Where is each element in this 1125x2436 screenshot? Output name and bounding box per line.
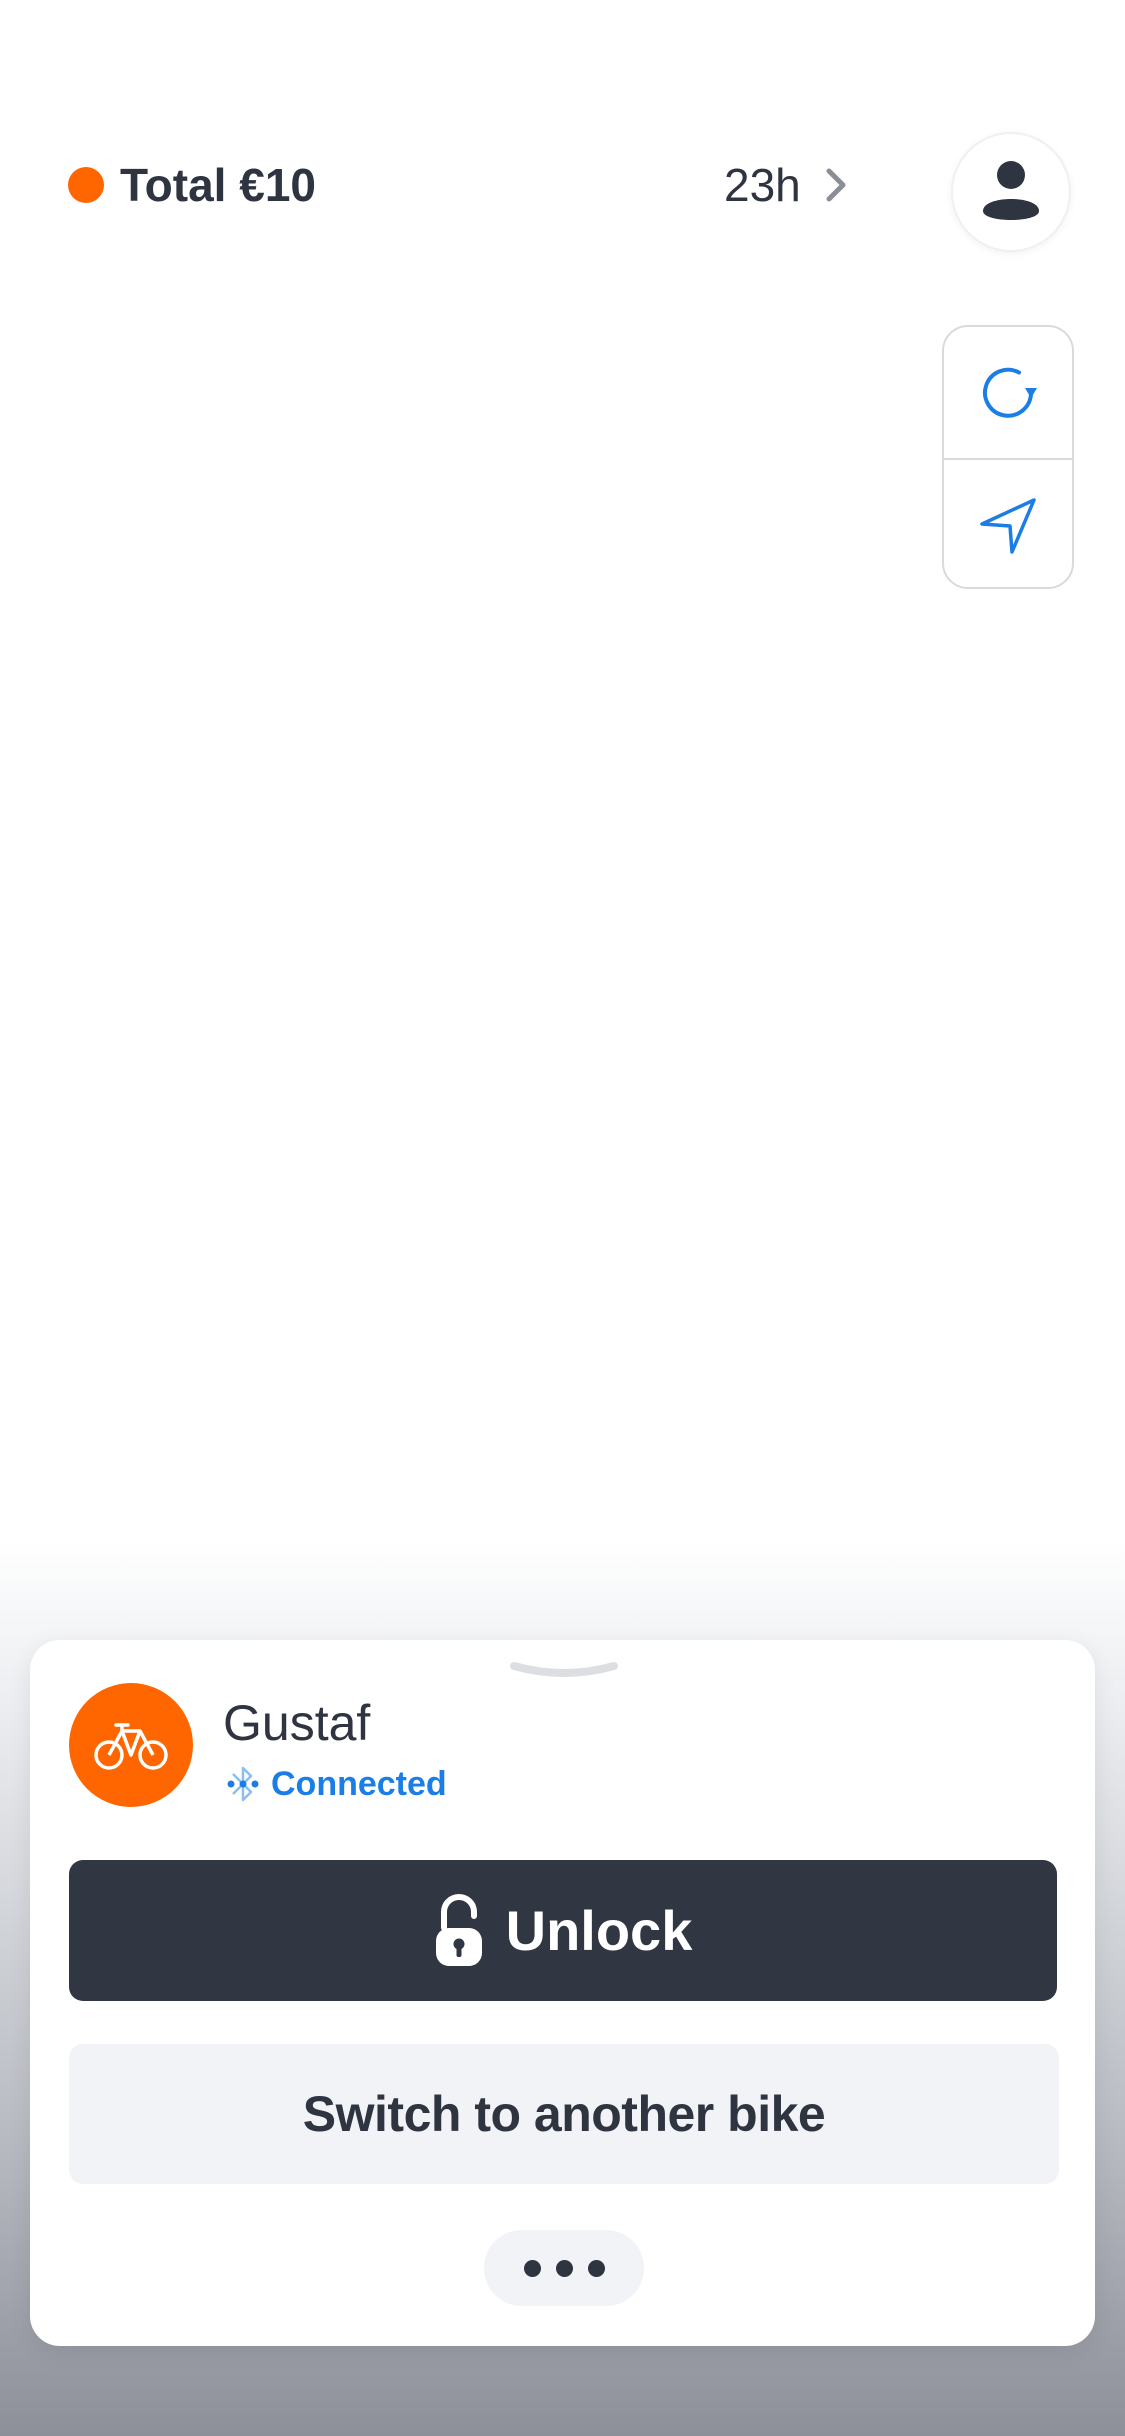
navigation-arrow-icon (980, 497, 1036, 554)
switch-bike-button[interactable]: Switch to another bike (69, 2044, 1059, 2184)
refresh-button[interactable] (944, 327, 1072, 458)
switch-bike-label: Switch to another bike (302, 2086, 826, 2142)
total-fare[interactable]: Total €10 (68, 158, 316, 212)
unlock-label: Unlock (505, 1899, 693, 1962)
more-dots-icon (555, 2259, 573, 2277)
profile-icon (983, 161, 1039, 220)
more-dots-icon (587, 2259, 605, 2277)
more-dots-icon (523, 2259, 541, 2277)
connection-label: Connected (271, 1764, 447, 1803)
more-options-button[interactable] (484, 2230, 644, 2306)
bike-name: Gustaf (223, 1695, 371, 1751)
sheet-handle[interactable] (508, 1660, 620, 1680)
connection-status: Connected (225, 1762, 447, 1806)
total-label: Total €10 (120, 159, 316, 211)
bicycle-icon (94, 1723, 168, 1770)
top-bar: Total €10 23h (0, 0, 1125, 300)
bike-sheet: Gustaf Connected Unlock Switch to anothe… (30, 1640, 1095, 2346)
refresh-icon (983, 367, 1037, 418)
ride-timer[interactable]: 23h (724, 158, 851, 212)
status-dot (68, 167, 104, 203)
locate-button[interactable] (944, 458, 1072, 587)
chevron-right-icon (826, 168, 846, 202)
bike-avatar (69, 1683, 193, 1807)
profile-button[interactable] (951, 132, 1071, 252)
unlock-button[interactable]: Unlock (69, 1860, 1057, 2001)
map-controls (942, 325, 1074, 589)
unlocked-padlock-icon (435, 1893, 482, 1966)
timer-text: 23h (724, 159, 801, 211)
bluetooth-icon (227, 1766, 259, 1802)
